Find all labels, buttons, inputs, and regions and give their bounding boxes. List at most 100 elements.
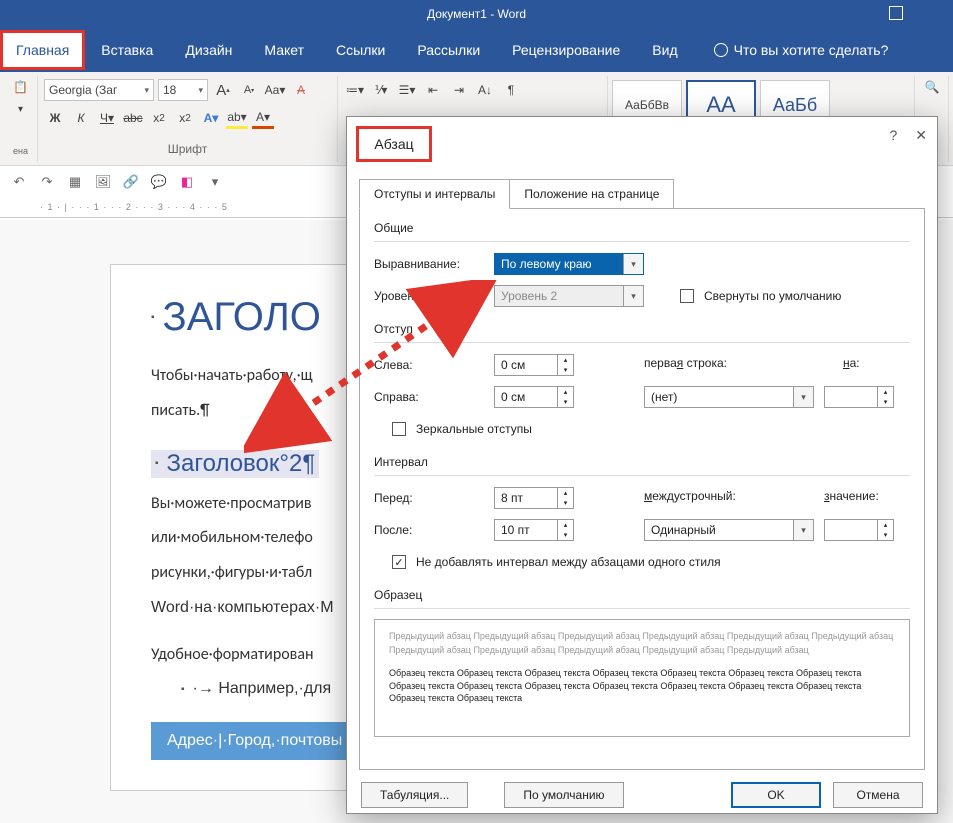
italic-button[interactable]: К xyxy=(70,107,92,129)
tab-layout[interactable]: Макет xyxy=(248,30,320,70)
dialog-help-icon[interactable]: ? xyxy=(889,127,897,144)
label-after: После: xyxy=(374,523,484,537)
check-mirror[interactable] xyxy=(392,422,406,436)
dialog-title: Абзац xyxy=(353,123,435,165)
strike-button[interactable]: abc xyxy=(122,107,144,129)
section-general: Общие xyxy=(374,221,910,242)
chevron-down-icon: ▾ xyxy=(793,387,813,407)
check-collapsed[interactable] xyxy=(680,289,694,303)
titlebar: Документ1 - Word xyxy=(0,0,953,28)
eraser-icon[interactable]: ◧ xyxy=(178,173,196,191)
sort-icon[interactable]: A↓ xyxy=(474,79,496,101)
tell-me-label: Что вы хотите сделать? xyxy=(734,42,889,58)
font-group-label: Шрифт xyxy=(44,142,331,162)
button-cancel[interactable]: Отмена xyxy=(833,782,923,808)
doc-heading2[interactable]: Заголовок°2¶ xyxy=(151,450,319,478)
restore-icon[interactable] xyxy=(889,6,903,20)
tab-view[interactable]: Вид xyxy=(636,30,693,70)
section-indent: Отступ xyxy=(374,322,910,343)
tab-review[interactable]: Рецензирование xyxy=(496,30,636,70)
label-before: Перед: xyxy=(374,491,484,505)
bulb-icon xyxy=(714,43,728,57)
font-color-icon[interactable]: A▾ xyxy=(252,107,274,129)
pic-icon[interactable]: 🖼 xyxy=(94,173,112,191)
font-size-value: 18 xyxy=(163,83,176,97)
select-firstline[interactable]: (нет)▾ xyxy=(644,386,814,408)
select-linespacing[interactable]: Одинарный▾ xyxy=(644,519,814,541)
tab-references[interactable]: Ссылки xyxy=(320,30,401,70)
multilevel-icon[interactable]: ☰▾ xyxy=(396,79,418,101)
tab-mailings[interactable]: Рассылки xyxy=(401,30,496,70)
preview-prev: Предыдущий абзац Предыдущий абзац Предыд… xyxy=(389,630,895,657)
qat-more-icon[interactable]: ▾ xyxy=(206,173,224,191)
label-alignment: Выравнивание: xyxy=(374,257,484,271)
bold-button[interactable]: Ж xyxy=(44,107,66,129)
chevron-down-icon: ▾ xyxy=(793,520,813,540)
spin-at[interactable]: ▴▾ xyxy=(824,519,894,541)
decrease-font-icon[interactable]: A▾ xyxy=(238,79,260,101)
section-preview: Образец xyxy=(374,588,910,609)
button-default[interactable]: По умолчанию xyxy=(504,782,623,808)
label-linespacing: междустрочный: xyxy=(644,489,814,503)
preview-sample: Образец текста Образец текста Образец те… xyxy=(389,667,895,705)
find-icon[interactable]: 🔍 xyxy=(921,76,943,98)
font-name-combo[interactable]: Georgia (Заг▾ xyxy=(44,79,154,101)
superscript-button[interactable]: x2 xyxy=(174,107,196,129)
label-mirror: Зеркальные отступы xyxy=(416,422,532,436)
tell-me-box[interactable]: Что вы хотите сделать? xyxy=(714,42,889,58)
underline-button[interactable]: Ч▾ xyxy=(96,107,118,129)
label-collapsed: Свернуты по умолчанию xyxy=(704,289,841,303)
spin-before[interactable]: 8 пт▴▾ xyxy=(494,487,574,509)
select-alignment[interactable]: По левому краю▾ xyxy=(494,253,644,275)
change-case-icon[interactable]: Aa▾ xyxy=(264,79,286,101)
text-effects-icon[interactable]: A▾ xyxy=(200,107,222,129)
chevron-down-icon: ▾ xyxy=(623,254,643,274)
check-nospace[interactable]: ✓ xyxy=(392,555,406,569)
link-icon[interactable]: 🔗 xyxy=(122,173,140,191)
tab-insert[interactable]: Вставка xyxy=(85,30,169,70)
ribbon-tabs: Главная Вставка Дизайн Макет Ссылки Расс… xyxy=(0,28,953,72)
decrease-indent-icon[interactable]: ⇤ xyxy=(422,79,444,101)
tab-home[interactable]: Главная xyxy=(0,30,85,70)
highlight-icon[interactable]: ab▾ xyxy=(226,107,248,129)
preview-box: Предыдущий абзац Предыдущий абзац Предыд… xyxy=(374,619,910,737)
show-marks-icon[interactable]: ¶ xyxy=(500,79,522,101)
spin-indent-right[interactable]: 0 см▴▾ xyxy=(494,386,574,408)
clear-format-icon[interactable]: A xyxy=(290,79,312,101)
increase-font-icon[interactable]: A▴ xyxy=(212,79,234,101)
tab-design[interactable]: Дизайн xyxy=(169,30,248,70)
label-firstline: первая строка: xyxy=(644,356,727,370)
label-indent-left: Слева: xyxy=(374,358,484,372)
increase-indent-icon[interactable]: ⇥ xyxy=(448,79,470,101)
paragraph-dialog: ? ✕ Абзац Отступы и интервалы Положение … xyxy=(346,116,938,814)
subscript-button[interactable]: x2 xyxy=(148,107,170,129)
window-title: Документ1 - Word xyxy=(427,7,526,21)
dialog-tab-indents[interactable]: Отступы и интервалы xyxy=(359,179,510,209)
label-by: на: xyxy=(843,356,860,370)
numbering-icon[interactable]: ⅟▾ xyxy=(370,79,392,101)
spin-by[interactable]: ▴▾ xyxy=(824,386,894,408)
spin-indent-left[interactable]: 0 см▴▾ xyxy=(494,354,574,376)
dialog-close-icon[interactable]: ✕ xyxy=(915,127,927,144)
comment-icon[interactable]: 💬 xyxy=(150,173,168,191)
label-at: значение: xyxy=(824,489,879,503)
chevron-down-icon: ▾ xyxy=(623,286,643,306)
redo-icon[interactable]: ↷ xyxy=(38,173,56,191)
paste-dropdown-icon[interactable]: ▾ xyxy=(10,98,32,120)
ruler-ticks: · 1 · | · · · 1 · · · 2 · · · 3 · · · 4 … xyxy=(40,202,228,214)
table-icon[interactable]: ▦ xyxy=(66,173,84,191)
font-size-combo[interactable]: 18▾ xyxy=(158,79,208,101)
bullets-icon[interactable]: ≔▾ xyxy=(344,79,366,101)
button-ok[interactable]: OK xyxy=(731,782,821,808)
label-indent-right: Справа: xyxy=(374,390,484,404)
section-spacing: Интервал xyxy=(374,455,910,476)
spin-after[interactable]: 10 пт▴▾ xyxy=(494,519,574,541)
select-level[interactable]: Уровень 2▾ xyxy=(494,285,644,307)
undo-icon[interactable]: ↶ xyxy=(10,173,28,191)
clipboard-label: ена xyxy=(13,146,28,162)
dialog-tab-pagebreaks[interactable]: Положение на странице xyxy=(509,179,674,209)
label-level: Уровень: xyxy=(374,289,484,303)
paste-icon[interactable]: 📋 xyxy=(10,76,32,98)
label-nospace: Не добавлять интервал между абзацами одн… xyxy=(416,555,721,569)
button-tabs[interactable]: Табуляция... xyxy=(361,782,468,808)
